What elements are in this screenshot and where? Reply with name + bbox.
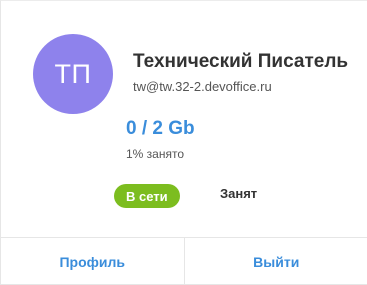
status-online-button[interactable]: В сети <box>114 184 180 208</box>
card-footer: Профиль Выйти <box>1 237 367 285</box>
status-busy-button[interactable]: Занят <box>220 186 257 201</box>
avatar: ТП <box>33 34 113 114</box>
user-profile-card: ТП Технический Писатель tw@tw.32-2.devof… <box>0 0 367 285</box>
storage-quota-used: 1% занято <box>126 147 185 161</box>
logout-button[interactable]: Выйти <box>185 238 367 285</box>
storage-quota-value: 0 / 2 Gb <box>126 118 195 139</box>
avatar-initials: ТП <box>54 58 92 89</box>
logout-button-label: Выйти <box>253 254 300 270</box>
status-online-label: В сети <box>126 188 168 204</box>
status-busy-label: Занят <box>220 186 258 201</box>
user-name: Технический Писатель <box>133 51 349 72</box>
user-email: tw@tw.32-2.devoffice.ru <box>133 79 272 94</box>
profile-button-label: Профиль <box>59 254 126 270</box>
profile-button[interactable]: Профиль <box>1 238 185 285</box>
